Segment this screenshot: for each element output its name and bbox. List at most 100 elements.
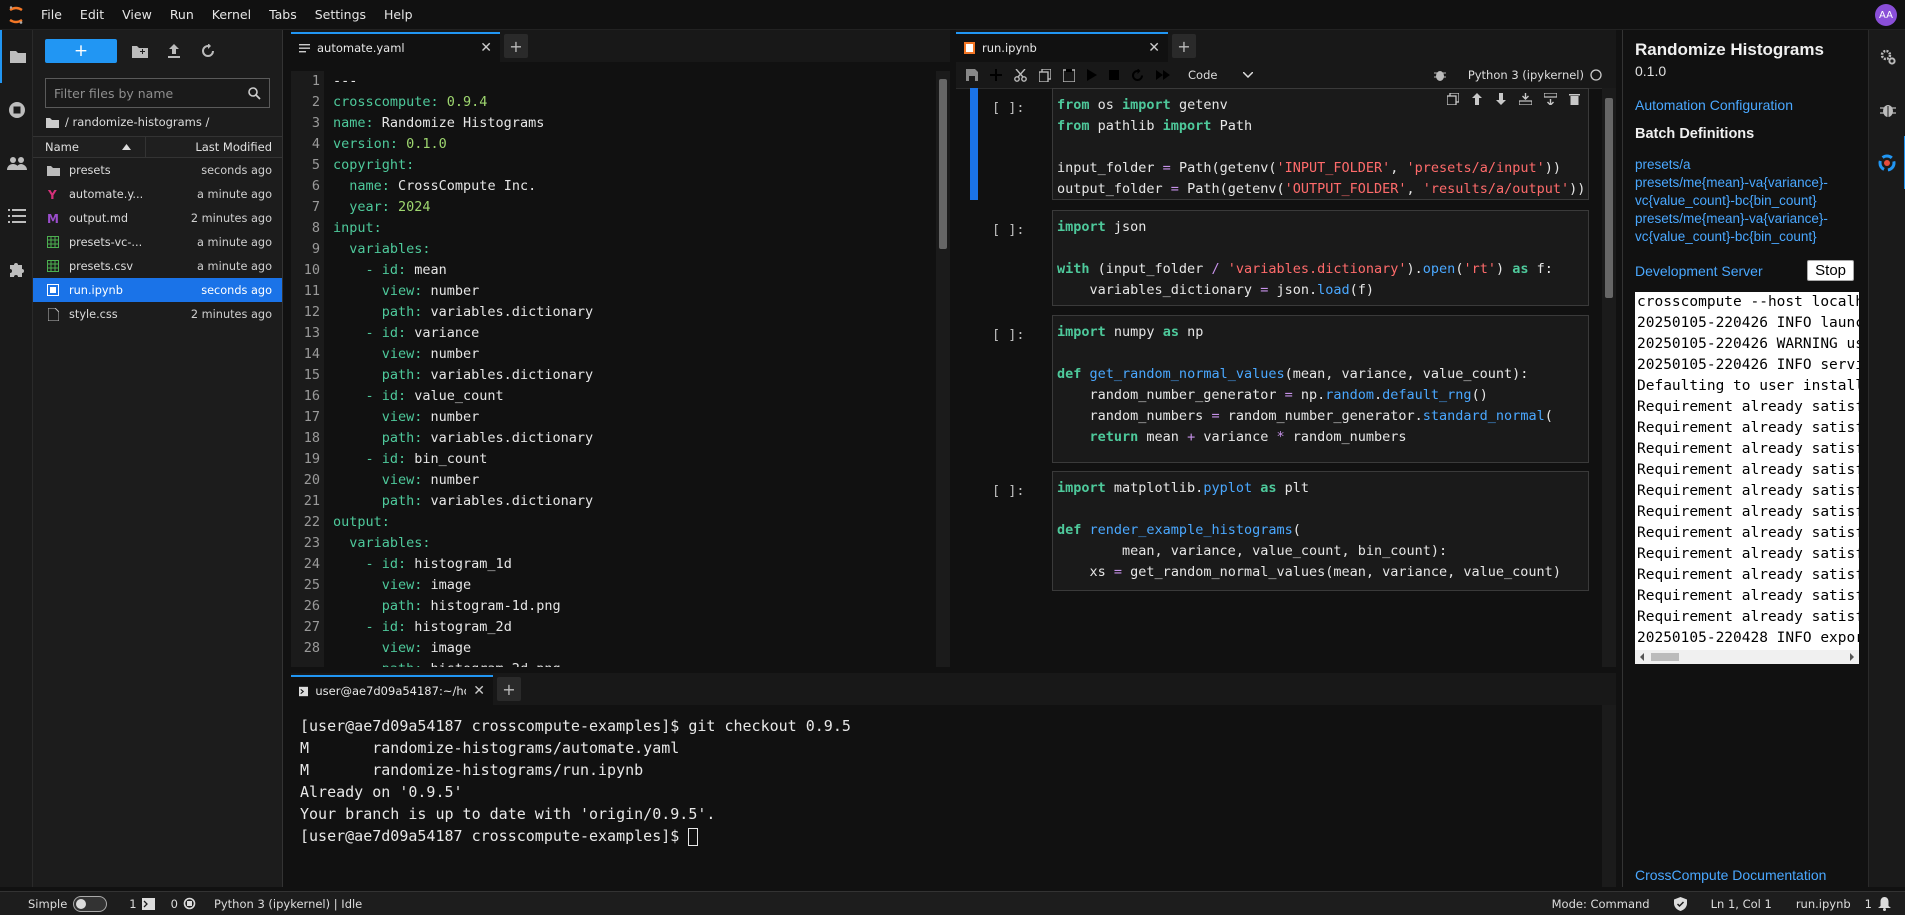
new-folder-button[interactable] (129, 40, 151, 62)
editor-scrollbar-thumb[interactable] (939, 79, 947, 249)
fast-forward-icon[interactable] (1156, 70, 1170, 80)
trusted-shield-icon[interactable] (1673, 896, 1687, 911)
scroll-right-icon[interactable] (1847, 652, 1857, 662)
line-number: 18 (303, 430, 320, 446)
debugger-tab[interactable] (1869, 83, 1905, 136)
simple-mode-toggle[interactable] (73, 895, 108, 912)
insert-above-icon[interactable] (1519, 93, 1532, 105)
close-tab-icon[interactable]: ✕ (480, 40, 492, 56)
file-row[interactable]: presets.csv a minute ago (33, 254, 282, 278)
editor-scrollbar[interactable] (936, 71, 950, 667)
file-row[interactable]: style.css 2 minutes ago (33, 302, 282, 326)
table-of-contents-tab[interactable] (0, 189, 33, 242)
notebook-cell[interactable]: [ ]: import matplotlib.pyplot as plt def r… (970, 471, 1589, 591)
batch-definition-link[interactable]: presets/a (1635, 157, 1691, 172)
file-row[interactable]: run.ipynb seconds ago (33, 278, 282, 302)
cell-input-editor[interactable]: from os import getenv from pathlib import… (1052, 88, 1589, 200)
save-icon[interactable] (966, 69, 978, 81)
name-column-header[interactable]: Name (33, 137, 146, 157)
terminals-indicator[interactable]: 1 (129, 897, 155, 911)
menu-kernel[interactable]: Kernel (203, 0, 260, 30)
cell-collapser[interactable] (970, 88, 978, 200)
server-log-output[interactable]: crosscompute --host localhost 20250105-22… (1635, 292, 1859, 664)
user-avatar[interactable]: AA (1875, 4, 1897, 26)
duplicate-cell-icon[interactable] (1447, 93, 1459, 105)
terminal-scrollbar[interactable] (1602, 705, 1616, 887)
move-up-icon[interactable] (1471, 93, 1483, 105)
terminal-prompt-line[interactable]: [user@ae7d09a54187 crosscompute-examples… (300, 825, 1607, 847)
notebook-cell[interactable]: [ ]: import json with (input_folder / 'var… (970, 210, 1589, 306)
tab-run-ipynb[interactable]: run.ipynb ✕ (956, 32, 1168, 62)
crosscompute-tab[interactable] (1869, 136, 1905, 189)
filter-files-field[interactable] (45, 78, 270, 108)
documentation-link[interactable]: CrossCompute Documentation (1635, 867, 1826, 883)
batch-definition-link[interactable]: presets/me{mean}-va{variance}-vc{value_c… (1635, 211, 1828, 244)
close-tab-icon[interactable]: ✕ (473, 683, 485, 699)
yaml-code-editor[interactable]: 1 2 3 4 5 6 7 8 9 10 11 12 13 14 15 16 17 18 19 20 21 22 23 24 2… (291, 71, 931, 667)
notebook-cell[interactable]: [ ]: from os import getenv from pathlib im… (970, 88, 1589, 200)
stop-icon[interactable] (1109, 70, 1119, 80)
cell-type-dropdown[interactable]: Code (1188, 68, 1254, 82)
extension-manager-tab[interactable] (0, 242, 33, 295)
menu-tabs[interactable]: Tabs (260, 0, 306, 30)
debugger-icon[interactable] (1433, 69, 1446, 81)
cut-icon[interactable] (1014, 68, 1027, 82)
property-inspector-tab[interactable] (1869, 30, 1905, 83)
move-down-icon[interactable] (1495, 93, 1507, 105)
new-launcher-button[interactable]: + (45, 39, 117, 63)
collaboration-tab[interactable] (0, 136, 33, 189)
automation-configuration-link[interactable]: Automation Configuration (1635, 97, 1793, 113)
file-row[interactable]: Moutput.md 2 minutes ago (33, 206, 282, 230)
log-horizontal-scrollbar[interactable] (1635, 650, 1859, 664)
insert-below-icon[interactable] (1544, 93, 1557, 105)
new-tab-button[interactable]: + (504, 34, 528, 58)
notifications-indicator[interactable]: 1 (1865, 896, 1891, 911)
code-token: histogram-1d.png (422, 598, 561, 614)
add-cell-icon[interactable] (990, 69, 1002, 81)
batch-definition-link[interactable]: presets/me{mean}-va{variance}-vc{value_c… (1635, 175, 1828, 208)
terminal-output[interactable]: [user@ae7d09a54187 crosscompute-examples… (291, 705, 1616, 887)
close-tab-icon[interactable]: ✕ (1148, 40, 1160, 56)
cell-input-editor[interactable]: import numpy as np def get_random_normal_… (1052, 315, 1589, 463)
notebook-scrollbar[interactable] (1602, 88, 1616, 667)
file-row[interactable]: Yautomate.y... a minute ago (33, 182, 282, 206)
paste-icon[interactable] (1063, 68, 1075, 82)
menu-help[interactable]: Help (375, 0, 422, 30)
kernel-indicator[interactable]: Python 3 (ipykernel) (1433, 68, 1616, 82)
new-tab-button[interactable]: + (1172, 34, 1196, 58)
menu-view[interactable]: View (113, 0, 161, 30)
menu-run[interactable]: Run (161, 0, 203, 30)
file-row[interactable]: presets-vc-... a minute ago (33, 230, 282, 254)
log-scroll-thumb[interactable] (1651, 653, 1679, 661)
file-row[interactable]: presets seconds ago (33, 158, 282, 182)
breadcrumb-path[interactable]: / randomize-histograms / (65, 115, 209, 129)
menu-settings[interactable]: Settings (306, 0, 375, 30)
menu-file[interactable]: File (32, 0, 71, 30)
cell-input-editor[interactable]: import json with (input_folder / 'variabl… (1052, 210, 1589, 306)
new-tab-button[interactable]: + (497, 677, 521, 701)
cursor-position[interactable]: Ln 1, Col 1 (1711, 897, 1772, 911)
cell-input-editor[interactable]: import matplotlib.pyplot as plt def rende… (1052, 471, 1589, 591)
delete-cell-icon[interactable] (1569, 93, 1580, 105)
notebook-cell[interactable]: [ ]: import numpy as np def get_random_nor… (970, 315, 1589, 463)
menu-edit[interactable]: Edit (71, 0, 113, 30)
tab-automate-yaml[interactable]: automate.yaml ✕ (291, 32, 500, 62)
upload-button[interactable] (163, 40, 185, 62)
kernel-name[interactable]: Python 3 (ipykernel) (1468, 68, 1584, 82)
filter-files-input[interactable] (54, 85, 248, 101)
stop-server-button[interactable]: Stop (1807, 260, 1854, 281)
kernels-indicator[interactable]: 0 (171, 897, 196, 911)
development-server-link[interactable]: Development Server (1635, 263, 1763, 279)
kernel-status[interactable]: Python 3 (ipykernel) | Idle (214, 897, 362, 911)
running-sessions-tab[interactable] (0, 83, 33, 136)
run-icon[interactable] (1087, 69, 1097, 81)
tab-terminal[interactable]: user@ae7d09a54187:~/home/ ✕ (291, 675, 493, 705)
copy-icon[interactable] (1039, 68, 1051, 82)
restart-icon[interactable] (1131, 68, 1144, 82)
file-browser-tab[interactable] (0, 30, 33, 83)
breadcrumb[interactable]: / randomize-histograms / (33, 108, 282, 136)
scroll-left-icon[interactable] (1637, 652, 1647, 662)
refresh-button[interactable] (197, 40, 219, 62)
last-modified-column-header[interactable]: Last Modified (146, 140, 282, 154)
notebook-scrollbar-thumb[interactable] (1605, 98, 1613, 298)
